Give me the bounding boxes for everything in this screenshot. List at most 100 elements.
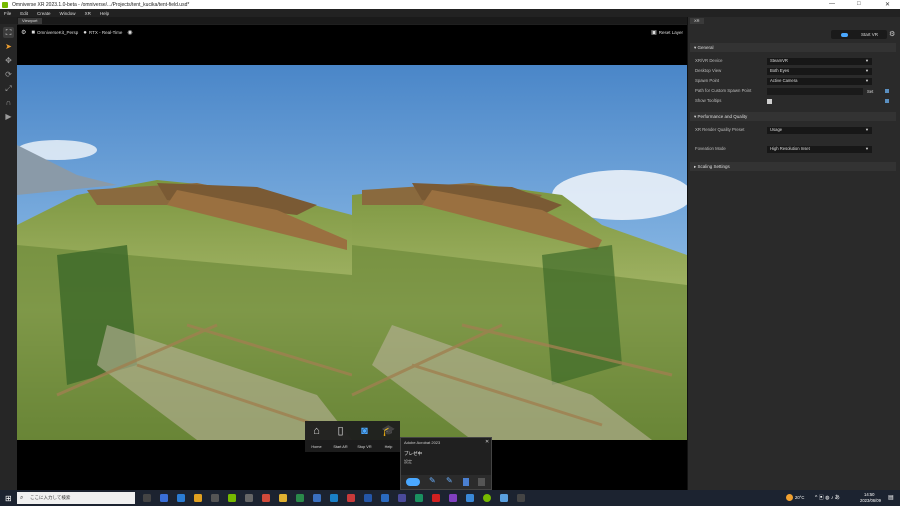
row-xr-device: XR/VR Device SteamVR ▼ (695, 57, 895, 65)
tab-xr[interactable]: XR (690, 18, 704, 24)
window-title: Omniverse XR 2023.1.0-beta - /omniverse/… (12, 2, 190, 8)
app-icon[interactable] (347, 494, 355, 502)
render-quality-select[interactable]: Usage ▼ (767, 127, 872, 134)
viewport-render[interactable] (17, 65, 687, 440)
play-icon[interactable]: ▶ (3, 111, 14, 122)
launcher-stop-vr-button[interactable]: ◙ Stop VR (353, 421, 376, 452)
foveation-value: High Resolution Inset (770, 146, 810, 151)
weather-text: 20°C (795, 495, 805, 500)
reset-indicator-icon[interactable] (885, 98, 889, 103)
viewport-settings-icon[interactable]: ⚙ (21, 29, 26, 36)
start-vr-button[interactable]: Start VR (831, 30, 887, 39)
taskbar-search-input[interactable]: ⌕ ここに入力して検索 (17, 492, 135, 504)
left-toolbar: ⛶ ➤ ✥ ⟳ ⤢ ∩ ▶ (0, 24, 17, 490)
mail-icon[interactable] (177, 494, 185, 502)
menu-xr[interactable]: XR (85, 11, 91, 16)
vr-toggle-icon[interactable] (406, 478, 420, 486)
viewport-tab-strip: Viewport (17, 17, 687, 24)
launcher-start-ar-button[interactable]: ▯ Start AR (329, 421, 352, 452)
app-icon[interactable] (313, 494, 321, 502)
menu-create[interactable]: Create (37, 11, 51, 16)
popup-tool-bar: ✎ ✎ (401, 475, 491, 489)
eraser-icon[interactable] (463, 478, 469, 486)
row-render-quality: XR Render Quality Preset Usage ▼ (695, 126, 895, 134)
section-general[interactable]: ▾ General (690, 43, 896, 52)
eye-icon[interactable]: ◉ (127, 29, 132, 36)
renderer-selector[interactable]: ● RTX - Real-Time (83, 30, 122, 36)
move-tool-icon[interactable]: ✥ (3, 55, 14, 66)
desktop-view-select[interactable]: Both Eyes ▼ (767, 68, 872, 75)
select-tool-icon[interactable]: ⛶ (3, 27, 14, 38)
marker-icon[interactable]: ✎ (446, 476, 453, 485)
app-icon[interactable] (415, 494, 423, 502)
scale-tool-icon[interactable]: ⤢ (3, 83, 14, 94)
tab-viewport[interactable]: Viewport (18, 18, 42, 24)
acrobat-icon[interactable] (432, 494, 440, 502)
menu-file[interactable]: File (4, 11, 11, 16)
reset-indicator-icon[interactable] (885, 88, 889, 93)
show-tooltips-checkbox[interactable] (767, 98, 772, 104)
reset-layer-button[interactable]: ▣ Reset Layer (651, 29, 683, 36)
app-icon[interactable] (330, 494, 338, 502)
xr-settings-panel: XR Start VR ⚙ ▾ General XR/VR Device Ste… (687, 17, 900, 490)
menu-window[interactable]: Window (60, 11, 76, 16)
launcher-home-button[interactable]: ⌂ Home (305, 421, 328, 452)
desktop-view-label: Desktop View (695, 68, 722, 73)
viewport-letterbox-top (17, 40, 687, 65)
set-spawn-button[interactable]: Set (867, 88, 873, 96)
rotate-tool-icon[interactable]: ⟳ (3, 69, 14, 80)
app-icon[interactable] (211, 494, 219, 502)
launcher-help-button[interactable]: 🎓 Help (377, 421, 400, 452)
menu-edit[interactable]: Edit (20, 11, 28, 16)
snap-tool-icon[interactable]: ∩ (3, 97, 14, 108)
windows-start-icon[interactable]: ⊞ (5, 494, 12, 503)
pointer-tool-icon[interactable]: ➤ (3, 41, 14, 52)
desktop-view-value: Both Eyes (770, 68, 790, 73)
search-icon: ⌕ (20, 495, 24, 501)
left-eye-view (17, 65, 353, 440)
camera-label: OmniverseKit_Persp (37, 30, 79, 35)
notification-icon[interactable]: ▤ (888, 494, 894, 501)
app-icon[interactable] (296, 494, 304, 502)
stop-icon[interactable] (478, 478, 485, 486)
app-icon[interactable] (500, 494, 508, 502)
clock-date: 2023/06/09 (860, 498, 881, 503)
outlook-icon[interactable] (364, 494, 372, 502)
app-icon[interactable] (245, 494, 253, 502)
edge-icon[interactable] (160, 494, 168, 502)
pen-icon[interactable]: ✎ (429, 476, 436, 485)
section-performance-label: Performance and Quality (697, 114, 748, 119)
menu-help[interactable]: Help (100, 11, 109, 16)
task-view-icon[interactable] (143, 494, 151, 502)
foveation-select[interactable]: High Resolution Inset ▼ (767, 146, 872, 153)
word-icon[interactable] (381, 494, 389, 502)
close-button[interactable]: ✕ (885, 1, 890, 8)
app-icon[interactable] (449, 494, 457, 502)
clock-time: 14:50 (864, 492, 875, 497)
explorer-icon[interactable] (194, 494, 202, 502)
gear-icon[interactable]: ⚙ (889, 30, 895, 38)
xr-launcher-bar: ⌂ Home ▯ Start AR ◙ Stop VR 🎓 Help (305, 421, 400, 452)
spawn-point-select[interactable]: Active Camera ▼ (767, 78, 872, 85)
teams-icon[interactable] (398, 494, 406, 502)
custom-spawn-path-input[interactable] (767, 88, 863, 95)
minimize-button[interactable]: — (829, 1, 835, 7)
chrome-icon[interactable] (279, 494, 287, 502)
floating-popup-window[interactable]: Adobe Acrobat 2023 ✕ ブレゼ中 設定 ✎ ✎ (400, 437, 492, 490)
menu-bar: File Edit Create Window XR Help (0, 9, 900, 17)
app-icon[interactable] (466, 494, 474, 502)
maximize-button[interactable]: □ (857, 1, 861, 7)
weather-icon (786, 494, 793, 501)
camera-selector[interactable]: ■ OmniverseKit_Persp (31, 30, 78, 36)
graduation-cap-icon: 🎓 (381, 425, 396, 437)
tray-icons[interactable]: ^ ▣ ◍ ♪ あ (815, 494, 840, 501)
nvidia-icon[interactable] (228, 494, 236, 502)
xr-device-select[interactable]: SteamVR ▼ (767, 58, 872, 65)
app-icon[interactable] (262, 494, 270, 502)
custom-spawn-path-label: Path for Custom Spawn Point (695, 88, 752, 93)
app-icon[interactable] (517, 494, 525, 502)
popup-close-button[interactable]: ✕ (485, 439, 489, 445)
section-performance[interactable]: ▾ Performance and Quality (690, 112, 896, 121)
section-scaling[interactable]: ▸ Scaling Settings (690, 162, 896, 171)
app-icon[interactable] (483, 494, 491, 502)
